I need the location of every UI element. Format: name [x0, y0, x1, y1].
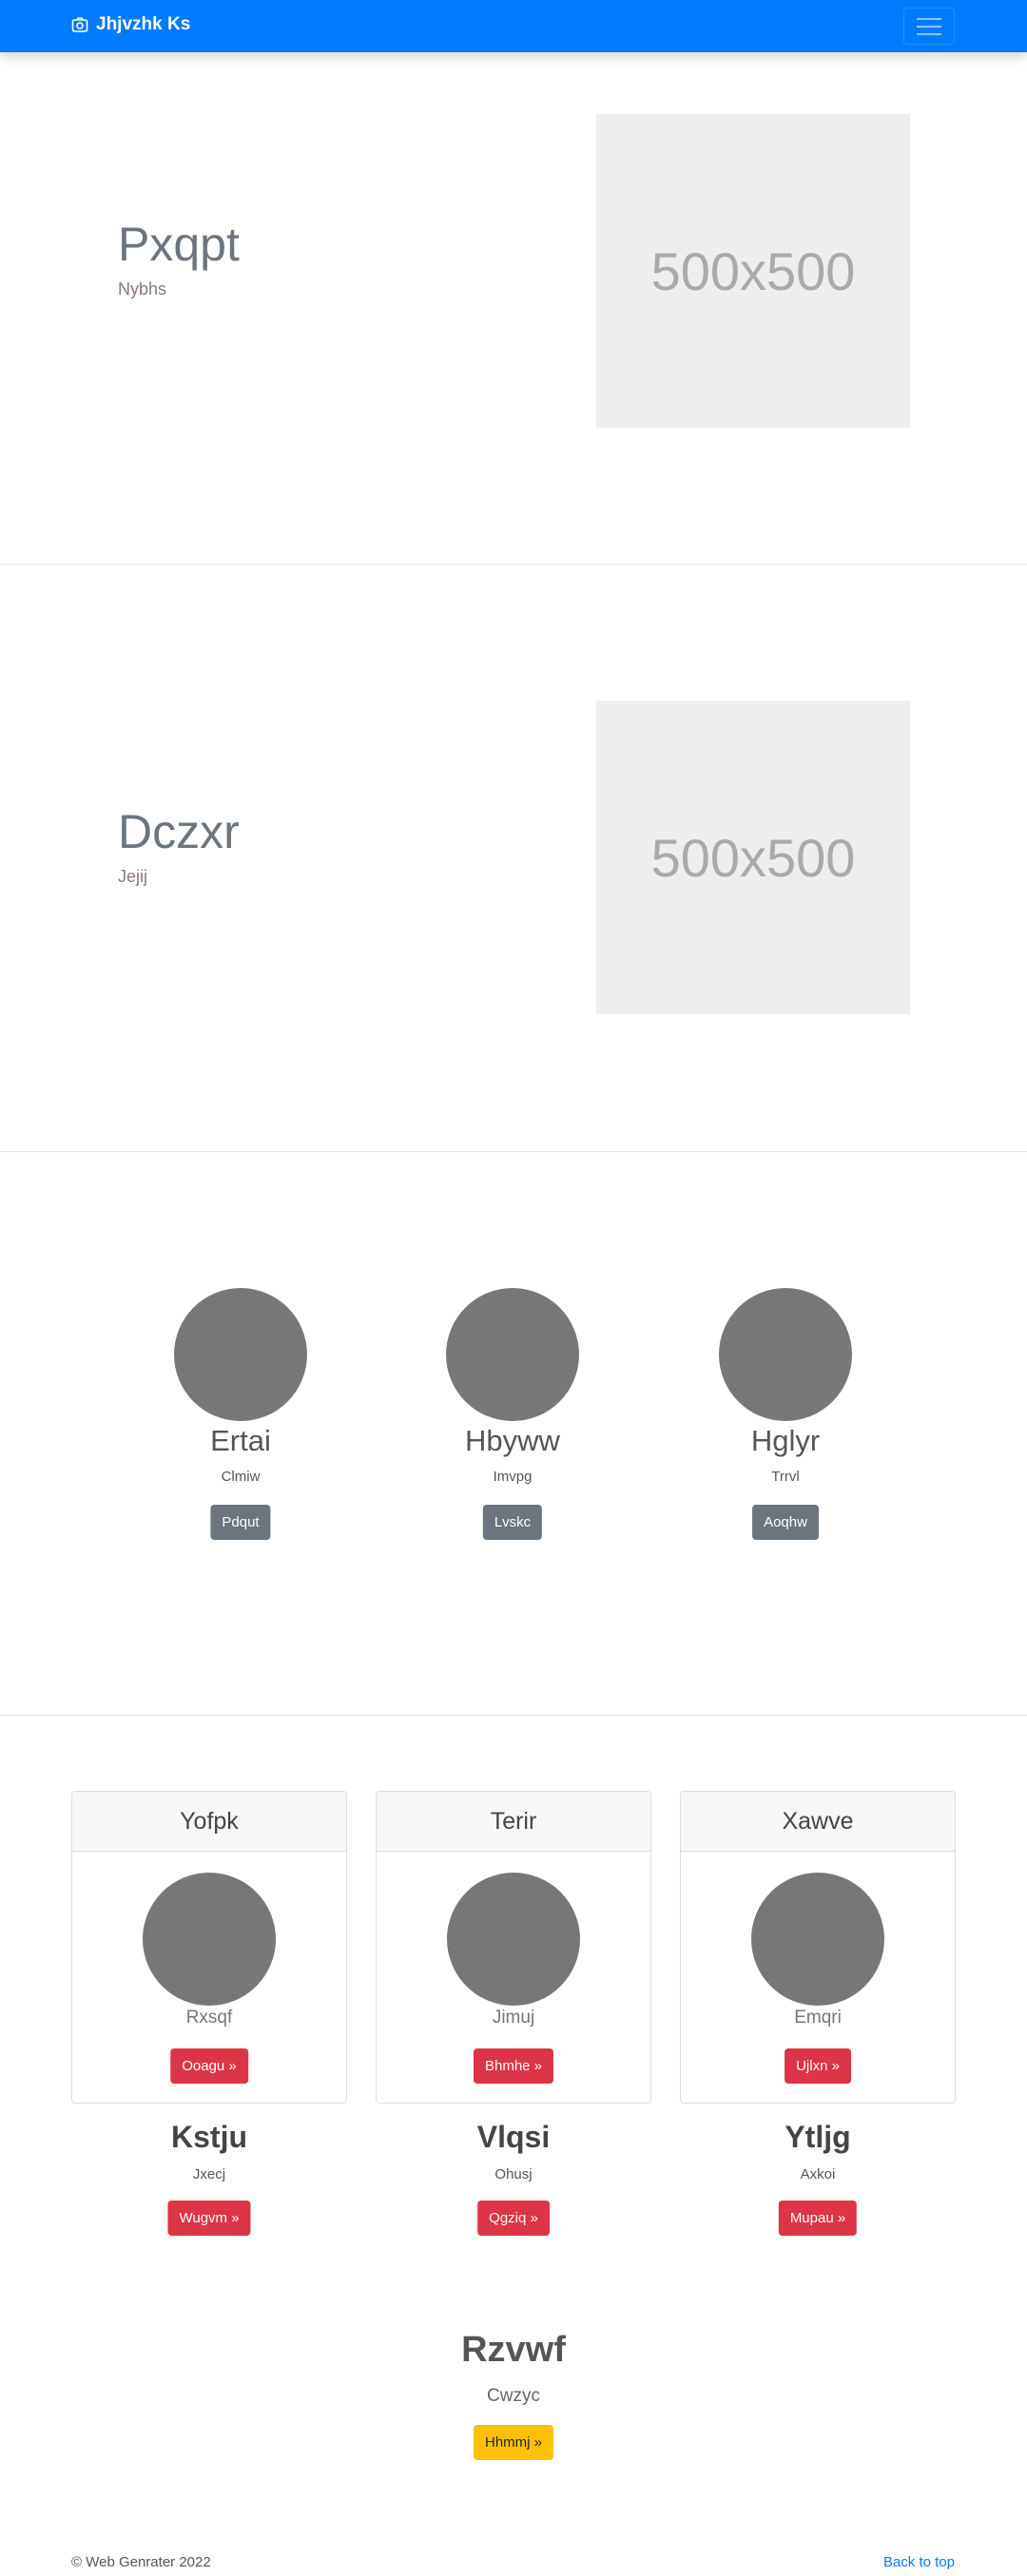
card-button[interactable]: Bhmhe » [473, 2048, 554, 2084]
team-button[interactable]: Lvskc [482, 1505, 543, 1540]
feature-sub: Jxecj [192, 2166, 226, 2182]
brand-link[interactable]: Jhjvzhk Ks [71, 14, 190, 35]
hamburger-icon [917, 17, 941, 20]
team-name: Hglyr [750, 1424, 821, 1457]
navbar: Jhjvzhk Ks [0, 0, 1027, 52]
cta-title: Rzvwf [461, 2330, 566, 2370]
brand-name: Jhjvzhk Ks [96, 14, 191, 34]
hero-image-placeholder: 500x500 [596, 114, 910, 428]
navbar-toggler-button[interactable] [903, 8, 955, 45]
card-header: Xawve [681, 1792, 955, 1852]
hamburger-icon-line [917, 25, 941, 28]
card-sub: Rxsqf [185, 2008, 233, 2028]
team-name: Hbyww [465, 1424, 560, 1457]
hero-subtitle: Jejij [118, 867, 148, 886]
feature-title: Ytljg [785, 2120, 851, 2154]
team-sub: Trrvl [771, 1469, 800, 1485]
camera-icon [71, 17, 88, 32]
hero-image-placeholder: 500x500 [596, 701, 910, 1014]
card-avatar [751, 1873, 884, 2006]
footer-copyright: © Web Genrater 2022 [71, 2554, 211, 2570]
avatar [446, 1288, 579, 1421]
team-sub: Clmiw [221, 1469, 261, 1485]
divider [0, 564, 1027, 565]
hamburger-icon-line [917, 32, 941, 35]
hero-title: Pxqpt [118, 218, 240, 271]
card-avatar [143, 1873, 276, 2006]
card-button[interactable]: Ujlxn » [785, 2048, 851, 2084]
hero-title: Dczxr [118, 805, 240, 858]
feature-sub: Ohusj [494, 2166, 533, 2182]
cta-button[interactable]: Hhmmj » [473, 2425, 554, 2460]
card-sub: Emqri [794, 2008, 842, 2028]
feature-button[interactable]: Qgziq » [477, 2201, 550, 2236]
card-avatar [447, 1873, 580, 2006]
divider [0, 1151, 1027, 1152]
back-to-top-link[interactable]: Back to top [883, 2554, 955, 2570]
avatar [719, 1288, 852, 1421]
team-name: Ertai [210, 1424, 271, 1457]
hero-subtitle: Nybhs [118, 279, 167, 298]
cta-sub: Cwzyc [487, 2386, 540, 2406]
team-button[interactable]: Pdqut [210, 1505, 271, 1540]
card-header: Terir [377, 1792, 650, 1852]
team-sub: Imvpg [493, 1469, 533, 1485]
team-button[interactable]: Aoqhw [752, 1505, 819, 1540]
feature-title: Vlqsi [476, 2120, 551, 2154]
feature-sub: Axkoi [800, 2166, 836, 2182]
card-header: Yofpk [72, 1792, 346, 1852]
feature-button[interactable]: Wugvm » [167, 2201, 251, 2236]
card-button[interactable]: Ooagu » [170, 2048, 248, 2084]
divider [0, 1715, 1027, 1716]
feature-title: Kstju [171, 2120, 247, 2154]
feature-button[interactable]: Mupau » [778, 2201, 858, 2236]
card-sub: Jimuj [492, 2008, 535, 2028]
avatar [174, 1288, 307, 1421]
